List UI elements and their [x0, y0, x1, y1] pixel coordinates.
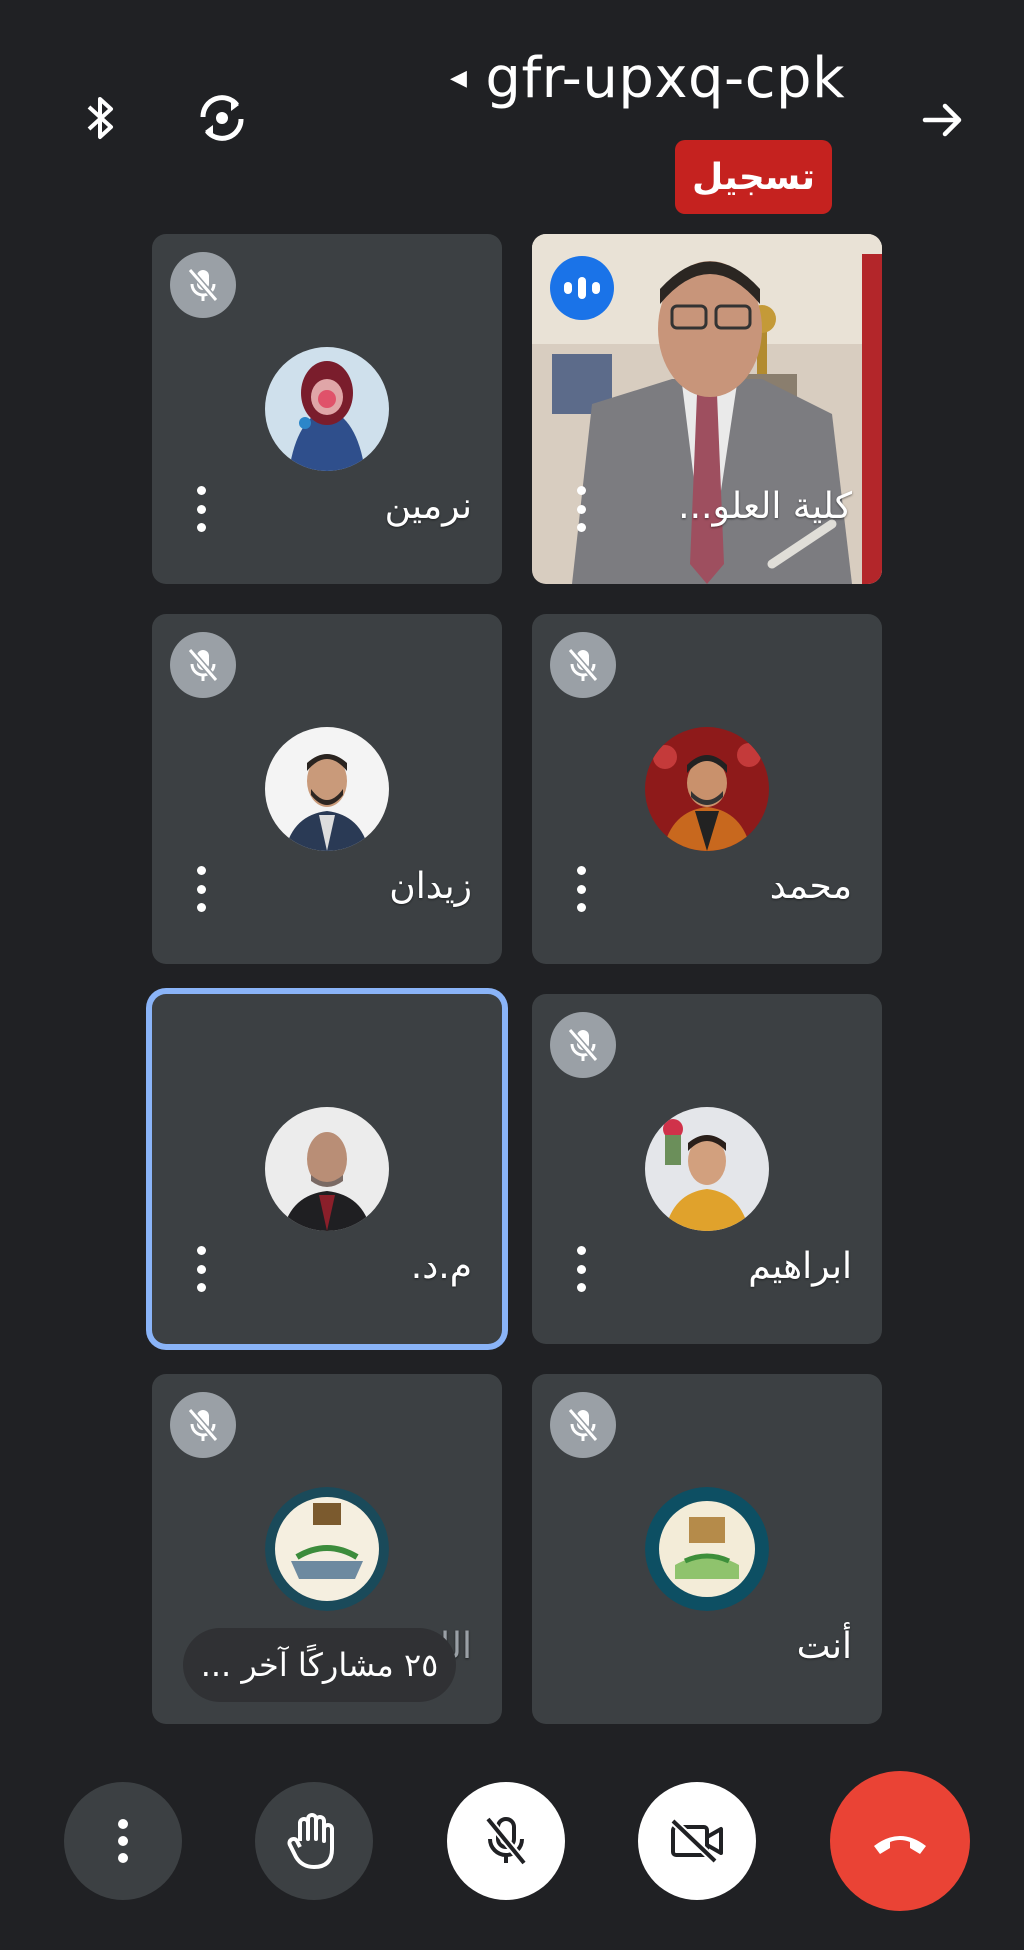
avatar — [265, 347, 389, 471]
participant-name: كلية العلو... — [678, 486, 852, 527]
switch-camera-icon[interactable] — [192, 88, 252, 148]
participant-name: أنت — [796, 1626, 852, 1667]
participant-name: زيدان — [389, 866, 472, 907]
avatar — [265, 727, 389, 851]
end-call-icon — [874, 1836, 926, 1854]
more-options-icon[interactable] — [194, 1246, 208, 1292]
participant-name: ابراهيم — [748, 1246, 852, 1287]
mic-off-icon — [550, 1392, 616, 1458]
participant-name: م.د. — [410, 1246, 472, 1287]
raise-hand-button[interactable] — [255, 1782, 373, 1900]
participant-tile-video[interactable]: كلية العلو... — [532, 234, 882, 584]
mic-off-icon — [550, 632, 616, 698]
more-vert-icon — [118, 1819, 128, 1863]
participant-tile[interactable]: ابراهيم — [532, 994, 882, 1344]
participant-tile-self[interactable]: أنت — [532, 1374, 882, 1724]
microphone-toggle-button[interactable] — [447, 1782, 565, 1900]
participant-tile[interactable]: زيدان — [152, 614, 502, 964]
mic-off-icon — [550, 1012, 616, 1078]
college-logo-avatar — [645, 1487, 769, 1611]
mic-off-icon — [170, 1392, 236, 1458]
more-options-icon[interactable] — [194, 486, 208, 532]
bluetooth-icon[interactable] — [78, 88, 122, 148]
mic-off-icon — [170, 252, 236, 318]
college-logo-avatar — [265, 1487, 389, 1611]
other-participants-pill[interactable]: ٢٥ مشاركًا آخر ... — [183, 1628, 456, 1702]
caret-left-icon: ◀ — [450, 65, 468, 91]
arrow-right-icon[interactable] — [915, 92, 971, 148]
participant-tile[interactable]: نرمين — [152, 234, 502, 584]
more-options-icon[interactable] — [574, 866, 588, 912]
leave-call-button[interactable] — [830, 1771, 970, 1911]
more-options-icon[interactable] — [194, 866, 208, 912]
speaking-indicator-icon — [550, 256, 614, 320]
camera-off-icon — [670, 1818, 723, 1864]
meeting-code-text: gfr-upxq-cpk — [485, 45, 846, 111]
camera-toggle-button[interactable] — [638, 1782, 756, 1900]
hand-icon — [287, 1813, 334, 1869]
participant-tile[interactable]: محمد — [532, 614, 882, 964]
more-options-icon[interactable] — [574, 1246, 588, 1292]
more-options-button[interactable] — [64, 1782, 182, 1900]
participant-name: محمد — [769, 866, 852, 907]
avatar — [265, 1107, 389, 1231]
mic-off-icon — [484, 1816, 528, 1866]
more-options-icon[interactable] — [574, 486, 588, 532]
participant-name: نرمين — [384, 486, 472, 527]
mic-off-icon — [170, 632, 236, 698]
participant-tile-active[interactable]: م.د. — [152, 994, 502, 1344]
meeting-code[interactable]: ◀ gfr-upxq-cpk — [450, 38, 845, 118]
recording-badge: تسجيل — [675, 140, 832, 214]
avatar — [645, 1107, 769, 1231]
avatar — [645, 727, 769, 851]
top-bar: ◀ gfr-upxq-cpk تسجيل — [0, 0, 1024, 220]
